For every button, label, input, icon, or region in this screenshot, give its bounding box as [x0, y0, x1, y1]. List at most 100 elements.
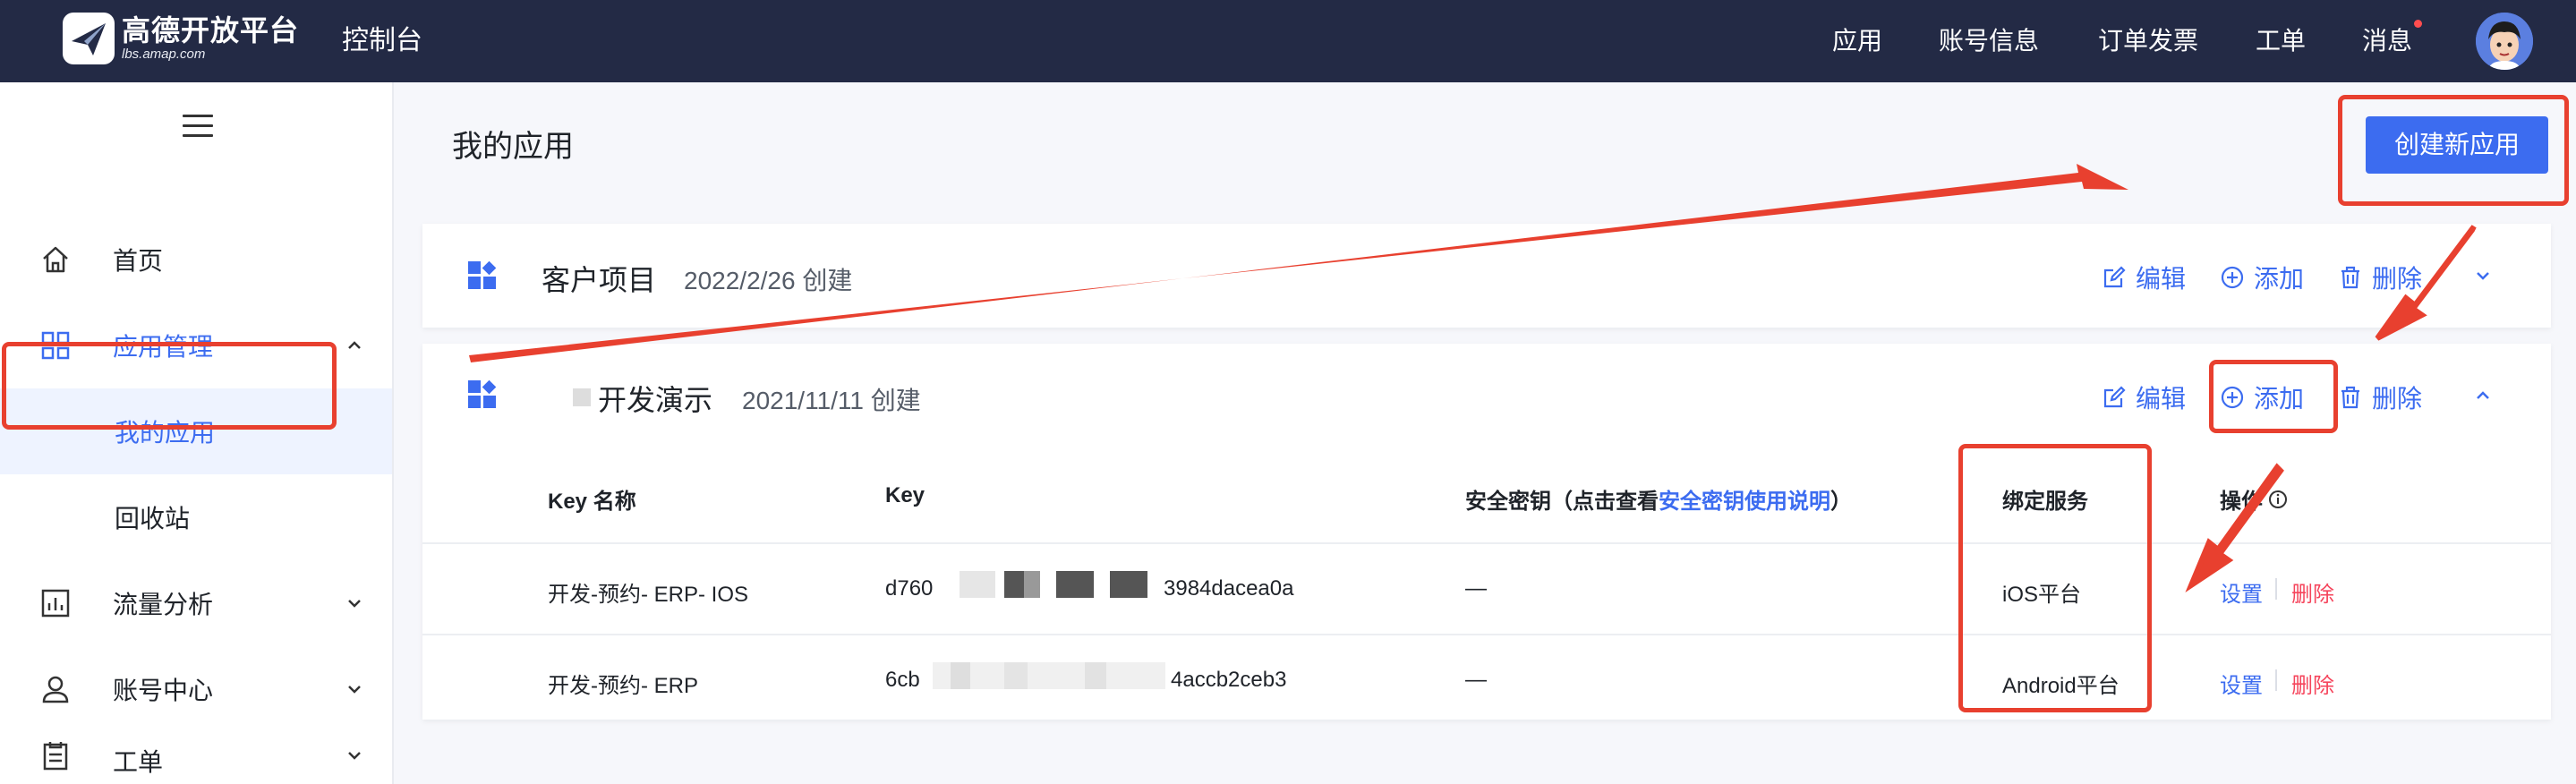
sidebar-item-label: 账号中心	[113, 677, 214, 704]
create-app-button[interactable]: 创建新应用	[2366, 116, 2548, 174]
col-key: Key	[885, 483, 925, 507]
home-icon	[43, 246, 68, 273]
sidebar-item-tickets[interactable]: 工单	[0, 732, 392, 784]
table-row: 开发-预约- ERP- IOS d760 3984dacea0a — iOS平台…	[422, 544, 2551, 635]
sidebar-item-account-center[interactable]: 账号中心	[0, 646, 392, 732]
brand-title: 高德开放平台	[122, 14, 300, 47]
add-key-button[interactable]: 添加	[2220, 379, 2304, 415]
redaction-mask	[1004, 571, 1024, 598]
brand-logo[interactable]: 高德开放平台 lbs.amap.com	[61, 11, 299, 66]
app-card: 开发演示 2021/11/11 创建 编辑 添加 删除 Key 名称 Key 安…	[422, 344, 2551, 720]
redaction-mask	[1024, 571, 1040, 598]
chevron-down-icon	[348, 600, 361, 608]
sidebar-item-label: 应用管理	[113, 333, 214, 361]
app-blocks-icon	[468, 260, 497, 289]
sidebar-item-my-apps[interactable]: 我的应用	[0, 388, 392, 474]
nav-messages[interactable]: 消息	[2362, 21, 2412, 61]
grid-icon	[41, 331, 70, 360]
key-name-cell: 开发-预约- ERP	[548, 674, 698, 698]
trash-icon	[2341, 386, 2359, 409]
edit-app-button[interactable]: 编辑	[2102, 260, 2186, 295]
chevron-down-icon	[348, 752, 361, 760]
delete-label: 删除	[2372, 385, 2423, 413]
sidebar-item-app-management[interactable]: 应用管理	[0, 303, 392, 388]
keys-table-header: Key 名称 Key 安全密钥（点击查看安全密钥使用说明） 绑定服务 操作	[422, 451, 2551, 544]
info-icon[interactable]	[2268, 490, 2288, 509]
nav-apps[interactable]: 应用	[1832, 21, 1882, 61]
redaction-mask	[1085, 662, 1106, 689]
chevron-down-icon	[348, 686, 361, 694]
settings-link[interactable]: 设置	[2220, 668, 2263, 699]
nav-tickets[interactable]: 工单	[2256, 21, 2306, 61]
col-secret-text: 安全密钥（点击查看	[1465, 490, 1659, 514]
page-title: 我的应用	[452, 130, 574, 164]
edit-icon	[2103, 266, 2126, 288]
app-card: 客户项目 2022/2/26 创建 编辑 添加 删除	[422, 224, 2551, 328]
edit-label: 编辑	[2136, 385, 2187, 413]
brand-subtitle: lbs.amap.com	[122, 47, 206, 62]
console-title[interactable]: 控制台	[342, 21, 422, 61]
avatar-face-icon	[2476, 13, 2533, 70]
add-label: 添加	[2254, 385, 2305, 413]
secret-help-link[interactable]: 安全密钥使用说明	[1659, 490, 1830, 514]
key-start-cell: 6cb	[885, 668, 920, 692]
sidebar-item-label: 首页	[113, 247, 164, 275]
app-name: 开发演示	[598, 384, 713, 416]
secret-cell: —	[1465, 576, 1487, 601]
settings-link[interactable]: 设置	[2220, 576, 2263, 608]
user-avatar[interactable]	[2476, 13, 2533, 70]
unread-dot	[2414, 20, 2422, 28]
sidebar-item-label: 工单	[113, 748, 164, 776]
add-key-button[interactable]: 添加	[2220, 260, 2304, 295]
chevron-down-icon[interactable]	[2472, 265, 2494, 286]
col-key-name: Key 名称	[548, 490, 636, 514]
add-label: 添加	[2254, 265, 2305, 293]
col-secret: 安全密钥（点击查看安全密钥使用说明）	[1465, 483, 1852, 515]
delete-key-link[interactable]: 删除	[2291, 576, 2334, 608]
key-end-cell: 4accb2ceb3	[1171, 668, 1287, 692]
app-created-date: 2021/11/11 创建	[742, 387, 921, 414]
app-name: 客户项目	[542, 264, 657, 296]
clipboard-icon	[43, 742, 68, 771]
col-operations: 操作	[2220, 483, 2288, 515]
sidebar-item-traffic-analysis[interactable]: 流量分析	[0, 560, 392, 646]
sidebar-item-home[interactable]: 首页	[0, 217, 392, 303]
delete-key-link[interactable]: 删除	[2291, 668, 2334, 699]
divider	[2275, 578, 2277, 600]
table-row: 开发-预约- ERP 6cb 4accb2ceb3 — Android平台 设置…	[422, 635, 2551, 727]
col-bound-service: 绑定服务	[2002, 490, 2088, 514]
nav-account-info[interactable]: 账号信息	[1939, 21, 2039, 61]
menu-collapse-icon[interactable]	[183, 115, 213, 141]
sidebar-item-label: 流量分析	[113, 591, 214, 618]
user-icon	[42, 676, 69, 703]
nav-orders-invoices[interactable]: 订单发票	[2098, 21, 2198, 61]
redacted-block	[573, 388, 591, 406]
plus-circle-icon	[2221, 266, 2244, 289]
col-secret-close: ）	[1830, 490, 1852, 514]
sidebar-item-recycle-bin[interactable]: 回收站	[0, 474, 392, 560]
edit-label: 编辑	[2136, 265, 2187, 293]
key-name-cell: 开发-预约- ERP- IOS	[548, 583, 749, 607]
trash-icon	[2341, 266, 2359, 289]
sidebar: 首页 应用管理 我的应用 回收站 流量分析 账号中心 工单	[0, 82, 394, 784]
service-cell: iOS平台	[2002, 583, 2082, 607]
redaction-mask	[1056, 571, 1094, 598]
service-cell: Android平台	[2002, 674, 2120, 698]
sidebar-item-label: 回收站	[115, 505, 191, 533]
secret-cell: —	[1465, 668, 1487, 692]
key-start-cell: d760	[885, 576, 934, 601]
plus-circle-icon	[2221, 386, 2244, 409]
key-end-cell: 3984dacea0a	[1164, 576, 1294, 601]
edit-app-button[interactable]: 编辑	[2102, 379, 2186, 415]
col-operations-label: 操作	[2220, 490, 2263, 514]
app-blocks-icon	[468, 379, 497, 408]
delete-app-button[interactable]: 删除	[2338, 379, 2422, 415]
delete-label: 删除	[2372, 265, 2423, 293]
chevron-up-icon[interactable]	[2472, 385, 2494, 406]
top-bar: 高德开放平台 lbs.amap.com 控制台 应用 账号信息 订单发票 工单 …	[0, 0, 2576, 82]
delete-app-button[interactable]: 删除	[2338, 260, 2422, 295]
logo-plane-icon	[63, 13, 115, 64]
sidebar-item-label: 我的应用	[115, 419, 216, 447]
divider	[2275, 669, 2277, 691]
edit-icon	[2103, 386, 2126, 408]
